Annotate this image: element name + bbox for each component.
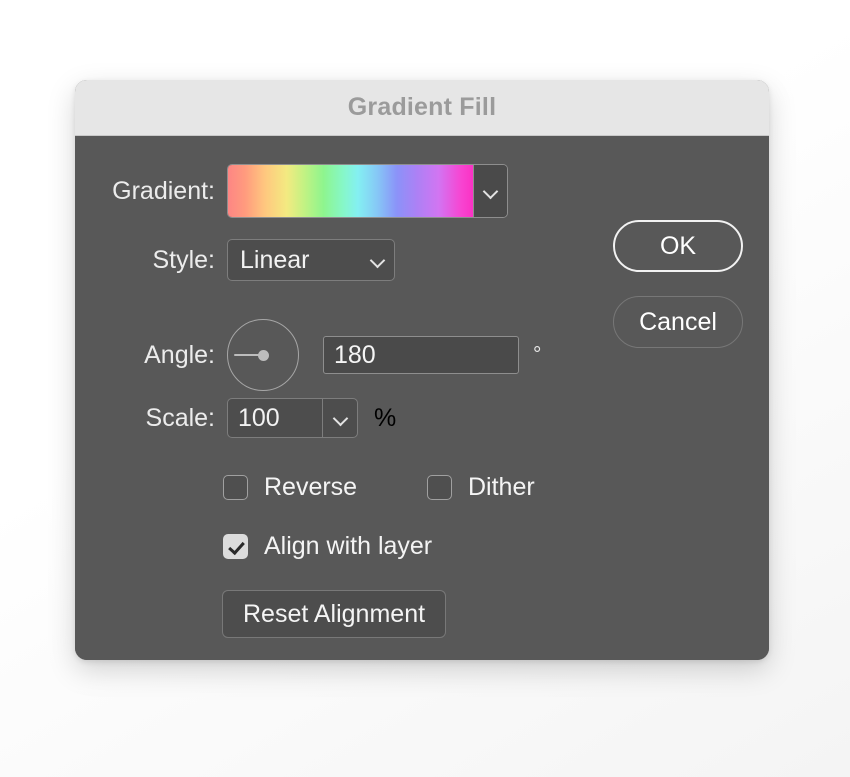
scale-stepper[interactable]: 100	[227, 398, 358, 438]
chevron-down-icon	[334, 412, 347, 425]
angle-dial-knob[interactable]	[257, 349, 269, 361]
gradient-fill-dialog: Gradient Fill Gradient: Style: Linear An	[75, 80, 769, 660]
ok-button-label: OK	[659, 231, 697, 260]
gradient-dropdown-button[interactable]	[474, 165, 507, 217]
chevron-down-icon	[371, 254, 384, 267]
reverse-checkbox[interactable]	[223, 475, 248, 500]
reverse-label: Reverse	[264, 473, 358, 501]
ok-button[interactable]: OK	[613, 220, 743, 272]
scale-unit-percent: %	[374, 403, 397, 432]
gradient-row: Gradient:	[75, 164, 508, 218]
scale-value[interactable]: 100	[228, 399, 322, 437]
align-with-layer-label: Align with layer	[264, 532, 433, 560]
cancel-button[interactable]: Cancel	[613, 296, 743, 348]
style-row: Style: Linear	[75, 239, 395, 281]
dialog-title: Gradient Fill	[347, 93, 497, 121]
angle-unit-degree: °	[533, 343, 542, 366]
style-label: Style:	[152, 245, 215, 274]
scale-row: Scale: 100 %	[75, 398, 396, 438]
dialog-body: Gradient: Style: Linear Angle: 180 ° Sca…	[75, 136, 769, 660]
dither-checkbox[interactable]	[427, 475, 452, 500]
align-with-layer-checkbox[interactable]	[223, 534, 248, 559]
chevron-down-icon	[484, 185, 497, 198]
angle-dial[interactable]	[227, 319, 299, 391]
reverse-checkbox-row[interactable]: Reverse	[223, 473, 357, 502]
angle-label: Angle:	[144, 340, 215, 369]
angle-row: Angle: °	[75, 319, 541, 391]
gradient-picker[interactable]	[227, 164, 508, 218]
scale-dropdown-button[interactable]	[323, 399, 357, 437]
scale-label: Scale:	[145, 403, 215, 432]
dither-label: Dither	[468, 473, 535, 501]
style-select[interactable]: Linear	[227, 239, 395, 281]
angle-input[interactable]	[323, 336, 519, 374]
gradient-label: Gradient:	[112, 176, 215, 205]
dither-checkbox-row[interactable]: Dither	[427, 473, 535, 502]
style-selected-value: Linear	[240, 245, 310, 274]
align-with-layer-checkbox-row[interactable]: Align with layer	[223, 532, 432, 561]
dialog-titlebar: Gradient Fill	[75, 80, 769, 136]
reset-alignment-button[interactable]: Reset Alignment	[222, 590, 447, 638]
gradient-swatch[interactable]	[228, 165, 473, 217]
cancel-button-label: Cancel	[639, 307, 717, 336]
